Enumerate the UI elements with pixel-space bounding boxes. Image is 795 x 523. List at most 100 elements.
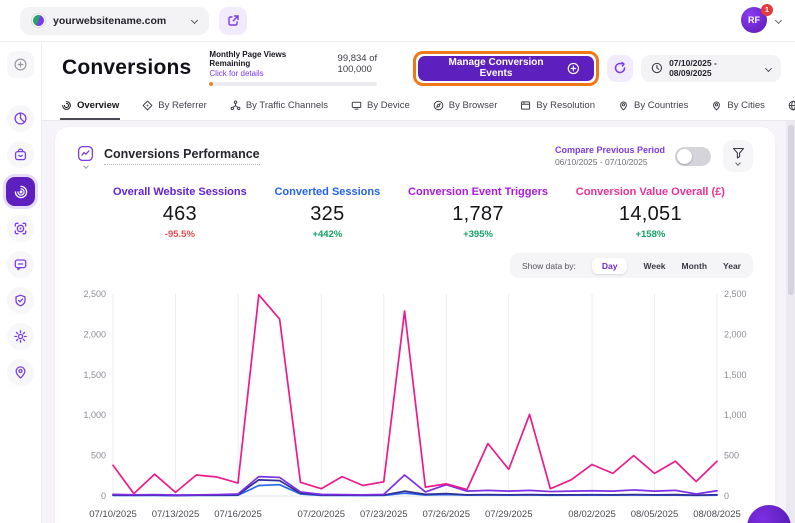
tab-by-resolution[interactable]: By Resolution: [519, 96, 596, 120]
refresh-button[interactable]: [607, 55, 634, 82]
performance-widget-icon[interactable]: [77, 145, 94, 168]
svg-text:08/08/2025: 08/08/2025: [693, 509, 741, 520]
device-monitor-icon: [351, 100, 362, 111]
tab-label: By Referrer: [158, 100, 207, 111]
svg-text:2,000: 2,000: [83, 329, 106, 339]
tab-by-countries[interactable]: By Countries: [617, 96, 689, 120]
tab-label: By Traffic Channels: [246, 100, 328, 111]
target-icon: [13, 221, 28, 236]
sidebar-item-messages[interactable]: [7, 251, 34, 278]
scrollbar-thumb[interactable]: [788, 125, 794, 295]
svg-text:1,500: 1,500: [724, 370, 747, 380]
svg-text:08/02/2025: 08/02/2025: [568, 509, 616, 520]
sidebar-item-locations[interactable]: [7, 359, 34, 386]
svg-text:1,000: 1,000: [724, 410, 747, 420]
sidebar-item-security[interactable]: [7, 287, 34, 314]
date-range-value: 07/10/2025 - 08/09/2025: [669, 58, 760, 78]
countries-pin-icon: [618, 100, 629, 111]
metric-event-triggers: Conversion Event Triggers 1,787 +395%: [408, 186, 548, 240]
chevron-down-icon: [765, 64, 772, 71]
chart-box-icon: [77, 145, 94, 162]
tab-by-traffic-channels[interactable]: By Traffic Channels: [229, 96, 329, 120]
sidebar-nav: [0, 42, 42, 523]
tab-by-utm-campaign[interactable]: By UTM Campaign: [787, 96, 795, 120]
gear-icon: [13, 329, 28, 344]
metric-delta: +158%: [576, 229, 725, 240]
website-selector[interactable]: yourwebsitename.com: [20, 7, 209, 35]
external-link-icon: [227, 14, 240, 27]
user-menu[interactable]: RF 1: [741, 7, 769, 35]
shield-check-icon: [13, 293, 28, 308]
metric-conversion-value: Conversion Value Overall (£) 14,051 +158…: [576, 186, 725, 240]
page-scrollbar[interactable]: [786, 121, 795, 523]
show-by-week[interactable]: Week: [643, 261, 665, 271]
svg-text:07/23/2025: 07/23/2025: [360, 509, 408, 520]
tab-label: By Resolution: [536, 100, 595, 111]
metric-label: Overall Website Sessions: [113, 186, 247, 198]
report-tabs: Overview By Referrer By Traffic Channels…: [42, 92, 795, 121]
clock-icon: [651, 62, 663, 74]
compare-toggle[interactable]: [675, 147, 711, 166]
svg-text:07/26/2025: 07/26/2025: [422, 509, 470, 520]
compare-range: 06/10/2025 - 07/10/2025: [555, 157, 665, 167]
svg-text:0: 0: [724, 491, 729, 501]
tab-overview[interactable]: Overview: [60, 96, 120, 120]
sidebar-item-analytics[interactable]: [7, 105, 34, 132]
tab-by-device[interactable]: By Device: [350, 96, 411, 120]
metric-converted-sessions: Converted Sessions 325 +442%: [274, 186, 380, 240]
tab-by-browser[interactable]: By Browser: [432, 96, 499, 120]
conversions-chart[interactable]: 005005001,0001,0001,5001,5002,0002,0002,…: [77, 286, 753, 523]
show-by-day[interactable]: Day: [592, 258, 628, 274]
tab-label: By Device: [367, 100, 410, 111]
sidebar-collapse-icon[interactable]: [7, 51, 34, 78]
page-views-remaining: Monthly Page Views Remaining Click for d…: [209, 50, 413, 86]
views-remaining-value: 99,834 of 100,000: [338, 53, 413, 75]
views-remaining-label: Monthly Page Views Remaining: [209, 50, 327, 68]
tab-label: By Countries: [634, 100, 688, 111]
svg-text:1,500: 1,500: [83, 370, 106, 380]
show-data-by-label: Show data by:: [522, 261, 576, 271]
svg-text:500: 500: [91, 451, 106, 461]
metric-value: 14,051: [576, 203, 725, 226]
svg-text:07/29/2025: 07/29/2025: [485, 509, 533, 520]
traffic-share-icon: [230, 100, 241, 111]
metric-overall-sessions: Overall Website Sessions 463 -95.5%: [113, 186, 247, 240]
compare-previous-period: Compare Previous Period 06/10/2025 - 07/…: [555, 145, 665, 167]
cities-pin-icon: [711, 100, 722, 111]
annotation-highlight-box: Manage Conversion Events: [413, 51, 599, 86]
click-for-details-link[interactable]: Click for details: [209, 69, 327, 78]
bag-icon: [13, 147, 28, 162]
card-title: Conversions Performance: [104, 147, 260, 165]
filter-button[interactable]: [723, 140, 753, 172]
views-progress-bar: [209, 82, 377, 86]
chevron-down-icon: [775, 17, 782, 24]
sidebar-item-tracking[interactable]: [7, 215, 34, 242]
browser-compass-icon: [433, 100, 444, 111]
svg-text:1,000: 1,000: [83, 410, 106, 420]
map-pin-user-icon: [13, 365, 28, 380]
metric-label: Converted Sessions: [274, 186, 380, 198]
plus-circle-icon: [567, 62, 580, 75]
svg-text:08/05/2025: 08/05/2025: [631, 509, 679, 520]
svg-text:07/16/2025: 07/16/2025: [214, 509, 262, 520]
metric-value: 463: [113, 203, 247, 226]
manage-conversion-events-button[interactable]: Manage Conversion Events: [418, 56, 594, 81]
metric-delta: +442%: [274, 229, 380, 240]
page-title: Conversions: [62, 56, 191, 80]
show-by-month[interactable]: Month: [682, 261, 708, 271]
open-site-button[interactable]: [219, 7, 247, 35]
svg-text:0: 0: [101, 491, 106, 501]
sidebar-item-orders[interactable]: [7, 141, 34, 168]
chevron-down-icon: [83, 163, 89, 169]
utm-globe-icon: [788, 100, 795, 111]
sidebar-item-conversions[interactable]: [6, 177, 35, 206]
tab-by-referrer[interactable]: By Referrer: [141, 96, 208, 120]
svg-text:2,500: 2,500: [724, 289, 747, 299]
tab-by-cities[interactable]: By Cities: [710, 96, 765, 120]
show-data-by-control: Show data by: Day Week Month Year: [510, 253, 753, 278]
show-by-year[interactable]: Year: [723, 261, 741, 271]
tab-label: By Cities: [727, 100, 764, 111]
date-range-picker[interactable]: 07/10/2025 - 08/09/2025: [641, 55, 781, 82]
svg-text:500: 500: [724, 451, 739, 461]
sidebar-item-settings[interactable]: [7, 323, 34, 350]
